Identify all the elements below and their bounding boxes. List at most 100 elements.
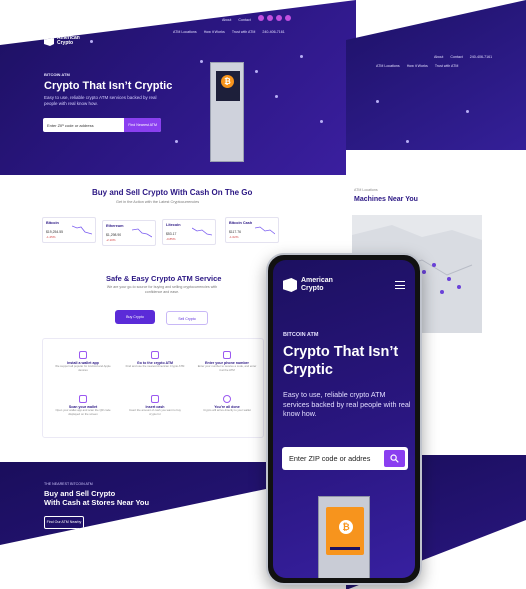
- brand-logo[interactable]: American Crypto: [44, 36, 80, 46]
- search-button[interactable]: [384, 450, 405, 467]
- step-desc: Enter your number to receive a code, and…: [197, 364, 257, 372]
- atm-image: ₿: [210, 62, 244, 162]
- mockup-stage: American Crypto About Contact ATM Locati…: [0, 0, 526, 589]
- sparkline: [255, 226, 275, 235]
- find-atm-button[interactable]: Find Nearest ATM: [124, 118, 161, 132]
- star-decor: [255, 70, 258, 73]
- nav-atm-locations[interactable]: ATM Locations: [173, 30, 197, 34]
- hero-subtitle: Easy to use, reliable crypto ATM service…: [44, 95, 157, 106]
- step-item: Insert cash Insert the amount of cash yo…: [125, 395, 185, 416]
- nav-phone[interactable]: 240-406-7161: [262, 30, 284, 34]
- phone-brand[interactable]: American Crypto: [301, 277, 333, 292]
- nav-how-it-works[interactable]: How it Works: [407, 64, 428, 68]
- main-nav: ATM Locations How it Works Trust with AT…: [173, 30, 285, 34]
- star-decor: [250, 502, 253, 505]
- step-desc: We support all popular for Android and A…: [55, 364, 111, 372]
- coin-price: $1,298.90: [106, 233, 122, 237]
- nav-phone[interactable]: 240-406-7161: [470, 55, 492, 59]
- search-input[interactable]: Enter ZIP code or address: [47, 123, 94, 128]
- nav-atm-locations[interactable]: ATM Locations: [376, 64, 400, 68]
- bitcoin-icon: ₿: [339, 520, 353, 534]
- nav-trust[interactable]: Trust with ATM: [232, 30, 256, 34]
- brand-line2: Crypto: [301, 284, 324, 292]
- nav-contact[interactable]: Contact: [238, 18, 250, 22]
- coin-change: -1.02%: [229, 235, 239, 239]
- step-item: Scan your wallet Open your wallet app an…: [53, 395, 113, 416]
- coin-price: $117.76: [229, 230, 242, 234]
- star-decor: [90, 40, 93, 43]
- bitcoin-icon: ₿: [221, 75, 234, 88]
- coin-change: -1.25%: [46, 235, 56, 239]
- step-desc: Insert the amount of cash you want to bu…: [129, 408, 181, 416]
- check-icon: [223, 395, 231, 403]
- qr-icon: [79, 395, 87, 403]
- brand-line1: American: [301, 277, 333, 284]
- coin-name: Bitcoin: [46, 221, 59, 225]
- phone-icon: [223, 351, 231, 359]
- map-pin[interactable]: [447, 277, 451, 281]
- phone-subtitle: Easy to use, reliable crypto ATM service…: [283, 390, 411, 418]
- star-decor: [466, 110, 469, 113]
- star-decor: [170, 522, 173, 525]
- sparkline: [72, 225, 92, 235]
- nav-trust[interactable]: Trust with ATM: [435, 64, 459, 68]
- hero-title: Crypto That Isn’t Cryptic: [44, 80, 173, 92]
- buy-sell-title: Buy and Sell Crypto With Cash On The Go: [92, 188, 253, 197]
- find-atm-nearby-button[interactable]: Find Our ATM Nearby: [44, 516, 84, 529]
- search-icon: [390, 454, 399, 463]
- coin-card-ethereum[interactable]: Ethereum $1,298.90 -2.10%: [102, 220, 156, 246]
- coin-name: Bitcoin Cash: [229, 221, 253, 225]
- nav-how-it-works[interactable]: How it Works: [204, 30, 225, 34]
- step-desc: Open your wallet app and scan the QR cod…: [55, 408, 111, 416]
- buy-sell-subtitle: Get in the Action with the Latest Crypto…: [116, 200, 200, 204]
- phone-title: Crypto That Isn’t Cryptic: [283, 344, 399, 378]
- star-decor: [175, 140, 178, 143]
- social-icon[interactable]: [258, 15, 264, 21]
- step-desc: Find and use the nearest American Crypto…: [125, 364, 185, 368]
- steps-panel: Install a wallet app We support all popu…: [42, 338, 264, 438]
- step-item: Go to the crypto ATM Find and use the ne…: [125, 351, 185, 369]
- nav-contact[interactable]: Contact: [450, 55, 462, 59]
- phone-mockup: American Crypto BITCOIN ATM Crypto That …: [266, 253, 422, 585]
- map-pin[interactable]: [432, 263, 436, 267]
- buy-crypto-button[interactable]: Buy Crypto: [115, 310, 155, 324]
- nav-about[interactable]: About: [222, 18, 231, 22]
- footer-eyebrow: THE NEAREST BITCOIN ATM: [44, 482, 93, 486]
- breadcrumb: ATM Locations: [354, 188, 378, 192]
- map-pin[interactable]: [457, 285, 461, 289]
- menu-icon[interactable]: [395, 281, 405, 292]
- locations-nav: ATM Locations How it Works Trust with AT…: [376, 64, 458, 68]
- phone-screen: American Crypto BITCOIN ATM Crypto That …: [273, 260, 415, 578]
- star-decor: [320, 120, 323, 123]
- coin-card-bitcoin[interactable]: Bitcoin $19,254.55 -1.25%: [42, 217, 96, 243]
- social-icon[interactable]: [276, 15, 282, 21]
- map-pin[interactable]: [422, 270, 426, 274]
- coin-name: Ethereum: [106, 224, 124, 228]
- star-decor: [220, 542, 223, 545]
- social-icon[interactable]: [285, 15, 291, 21]
- footer-title-line2: With Cash at Stores Near You: [44, 498, 150, 507]
- coin-card-bitcoin-cash[interactable]: Bitcoin Cash $117.76 -1.02%: [225, 217, 279, 243]
- coin-price: $53.17: [166, 232, 177, 236]
- star-decor: [376, 100, 379, 103]
- service-title: Safe & Easy Crypto ATM Service: [106, 274, 222, 283]
- search-input[interactable]: Enter ZIP code or addres: [289, 454, 370, 463]
- star-decor: [275, 95, 278, 98]
- atm-screen-bar: [330, 547, 360, 550]
- coin-change: -0.85%: [166, 237, 176, 241]
- footer-title: Buy and Sell Crypto With Cash at Stores …: [44, 489, 149, 507]
- atm-screen: ₿: [326, 507, 364, 555]
- social-icon[interactable]: [267, 15, 273, 21]
- map-pin[interactable]: [440, 290, 444, 294]
- logo-icon: [44, 36, 54, 46]
- sparkline: [192, 227, 212, 236]
- brand-line2: Crypto: [57, 40, 74, 46]
- star-decor: [200, 60, 203, 63]
- hero-eyebrow: BITCOIN ATM: [44, 72, 70, 77]
- nav-about[interactable]: About: [434, 55, 443, 59]
- coin-card-litecoin[interactable]: Litecoin $53.17 -0.85%: [162, 219, 216, 245]
- step-item: Enter your phone number Enter your numbe…: [197, 351, 257, 372]
- sell-crypto-button[interactable]: Sell Crypto: [166, 311, 208, 325]
- brand-name: American Crypto: [57, 36, 80, 46]
- step-item: Install a wallet app We support all popu…: [53, 351, 113, 372]
